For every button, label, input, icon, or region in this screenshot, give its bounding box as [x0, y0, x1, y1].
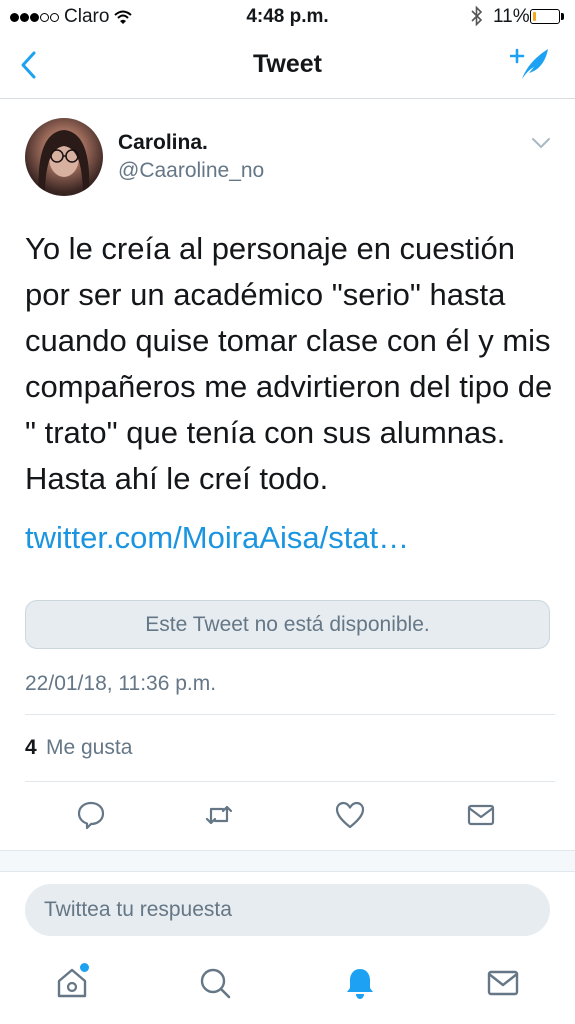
avatar-image	[38, 130, 90, 196]
tweet-timestamp: 22/01/18, 11:36 p.m.	[25, 672, 217, 695]
section-separator	[0, 850, 575, 872]
home-notification-dot	[80, 963, 89, 972]
tweet-link[interactable]: twitter.com/MoiraAisa/stat…	[25, 520, 409, 556]
like-icon[interactable]	[334, 799, 366, 831]
divider	[25, 714, 555, 715]
status-bar: Claro 4:48 p.m. 11%	[0, 0, 575, 34]
display-name[interactable]: Carolina.	[118, 131, 208, 155]
reply-input[interactable]: Twittea tu respuesta	[25, 884, 550, 936]
battery-percent: 11%	[493, 6, 530, 27]
user-handle[interactable]: @Caaroline_no	[118, 159, 264, 183]
messages-icon[interactable]	[485, 965, 521, 1001]
quoted-tweet-unavailable[interactable]: Este Tweet no está disponible.	[25, 600, 550, 649]
avatar[interactable]	[25, 118, 103, 196]
tweet-text: Yo le creía al personaje en cuestión por…	[25, 231, 553, 496]
status-time: 4:48 p.m.	[246, 6, 329, 27]
likes-count[interactable]: 4	[25, 736, 37, 760]
likes-label[interactable]: Me gusta	[46, 736, 132, 760]
divider	[25, 781, 555, 782]
battery-tip	[561, 13, 564, 20]
page-title: Tweet	[253, 50, 322, 78]
chevron-down-icon[interactable]	[530, 136, 552, 150]
nav-bar: Tweet	[0, 34, 575, 99]
retweet-icon[interactable]	[203, 799, 235, 831]
reply-icon[interactable]	[75, 799, 107, 831]
search-icon[interactable]	[197, 965, 233, 1001]
battery-icon	[530, 9, 560, 24]
direct-message-icon[interactable]	[465, 799, 497, 831]
notifications-icon[interactable]	[342, 965, 378, 1001]
compose-tweet-icon[interactable]	[510, 46, 552, 82]
bluetooth-icon	[471, 5, 483, 27]
